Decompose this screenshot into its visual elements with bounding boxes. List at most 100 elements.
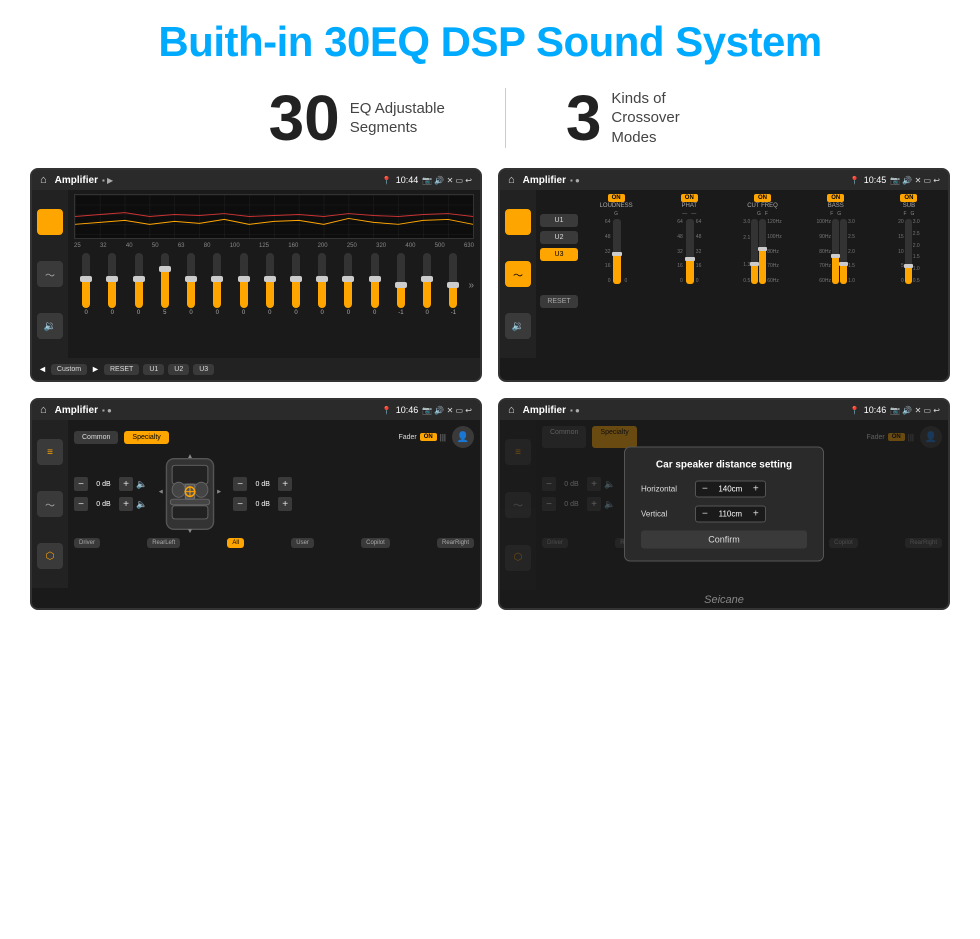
pos-copilot[interactable]: Copilot bbox=[361, 538, 390, 548]
bass-on[interactable]: ON bbox=[827, 194, 844, 202]
eq-freq-labels: 2532405063 80100125160200 25032040050063… bbox=[74, 243, 474, 249]
eq-custom-btn[interactable]: Custom bbox=[51, 364, 87, 375]
dialog-vertical-minus[interactable]: − bbox=[700, 509, 710, 520]
eq-u1-btn[interactable]: U1 bbox=[143, 364, 164, 375]
eq-u2-btn[interactable]: U2 bbox=[168, 364, 189, 375]
bg-person: 👤 bbox=[920, 426, 942, 448]
dialog-vertical-plus[interactable]: + bbox=[751, 509, 761, 520]
cross-vol-btn[interactable]: 🔉 bbox=[505, 313, 531, 339]
stat-crossover-number: 3 bbox=[566, 86, 602, 150]
balance-bottom: Driver RearLeft All User Copilot RearRig… bbox=[74, 538, 474, 548]
eq-slider-10[interactable]: 0 bbox=[336, 253, 360, 316]
eq-slider-3[interactable]: 5 bbox=[153, 253, 177, 316]
left-vol1-minus[interactable]: − bbox=[74, 477, 88, 491]
right-vol1-plus[interactable]: + bbox=[278, 477, 292, 491]
bg-btn1: ≡ bbox=[505, 439, 531, 465]
eq-slider-5[interactable]: 0 bbox=[205, 253, 229, 316]
pos-user[interactable]: User bbox=[291, 538, 314, 548]
bg-common: Common bbox=[542, 426, 586, 448]
eq-u3-btn[interactable]: U3 bbox=[193, 364, 214, 375]
channel-cutfreq: ON CUT FREQ GF 3.02.11.30.5 bbox=[727, 194, 797, 354]
dialog-horizontal-plus[interactable]: + bbox=[751, 484, 761, 495]
preset-u2[interactable]: U2 bbox=[540, 231, 578, 244]
left-vol2-plus[interactable]: + bbox=[119, 497, 133, 511]
bal-bt-btn[interactable]: ⬡ bbox=[37, 543, 63, 569]
cutfreq-on[interactable]: ON bbox=[754, 194, 771, 202]
right-vol2-plus[interactable]: + bbox=[278, 497, 292, 511]
phat-scale-r: 644832160 bbox=[696, 219, 702, 284]
common-tab[interactable]: Common bbox=[74, 431, 118, 444]
time-1: 10:44 bbox=[396, 175, 419, 185]
eq-slider-11[interactable]: 0 bbox=[363, 253, 387, 316]
sub-name: SUB bbox=[903, 203, 915, 209]
home-icon-4[interactable]: ⌂ bbox=[508, 404, 515, 416]
play-icons-2: ▪ ● bbox=[570, 176, 580, 185]
eq-slider-13[interactable]: 0 bbox=[415, 253, 439, 316]
pos-driver[interactable]: Driver bbox=[74, 538, 100, 548]
eq-arrows[interactable]: » bbox=[468, 280, 474, 291]
eq-graph bbox=[74, 194, 474, 239]
dialog-horizontal-minus[interactable]: − bbox=[700, 484, 710, 495]
time-2: 10:45 bbox=[864, 175, 887, 185]
eq-slider-7[interactable]: 0 bbox=[258, 253, 282, 316]
balance-top: Common Specialty Fader ON ||| 👤 bbox=[74, 426, 474, 448]
eq-vol-btn[interactable]: 🔉 bbox=[37, 313, 63, 339]
eq-menu-btn[interactable]: ≡ bbox=[37, 209, 63, 235]
cutfreq-slider-r[interactable] bbox=[759, 219, 766, 284]
person-btn[interactable]: 👤 bbox=[452, 426, 474, 448]
eq-slider-12[interactable]: -1 bbox=[389, 253, 413, 316]
eq-slider-8[interactable]: 0 bbox=[284, 253, 308, 316]
home-icon-1[interactable]: ⌂ bbox=[40, 174, 47, 186]
cutfreq-slider-l[interactable] bbox=[751, 219, 758, 284]
confirm-button[interactable]: Confirm bbox=[641, 531, 807, 549]
eq-wave-btn[interactable]: 〜 bbox=[37, 261, 63, 287]
left-vol1-plus[interactable]: + bbox=[119, 477, 133, 491]
bass-slider-l[interactable] bbox=[832, 219, 839, 284]
status-icons-3: 📷 🔊 ✕ ▭ ↩ bbox=[422, 406, 472, 415]
eq-slider-6[interactable]: 0 bbox=[231, 253, 255, 316]
left-vol2-val: 0 dB bbox=[91, 501, 116, 508]
sub-slider[interactable] bbox=[905, 219, 912, 284]
eq-slider-1[interactable]: 0 bbox=[100, 253, 124, 316]
crossover-sidebar: ≡ 〜 🔉 bbox=[500, 190, 536, 358]
crossover-main: U1 U2 U3 RESET ON LOUDNESS G 644832160 bbox=[536, 190, 948, 358]
left-vol2-minus[interactable]: − bbox=[74, 497, 88, 511]
phat-on[interactable]: ON bbox=[681, 194, 698, 202]
eq-slider-2[interactable]: 0 bbox=[126, 253, 150, 316]
eq-slider-9[interactable]: 0 bbox=[310, 253, 334, 316]
right-vol2-minus[interactable]: − bbox=[233, 497, 247, 511]
loudness-on[interactable]: ON bbox=[608, 194, 625, 202]
cross-menu-btn[interactable]: ≡ bbox=[505, 209, 531, 235]
home-icon-3[interactable]: ⌂ bbox=[40, 404, 47, 416]
time-4: 10:46 bbox=[864, 405, 887, 415]
pos-rearleft[interactable]: RearLeft bbox=[147, 538, 180, 548]
eq-slider-0[interactable]: 0 bbox=[74, 253, 98, 316]
home-icon-2[interactable]: ⌂ bbox=[508, 174, 515, 186]
eq-sidebar: ≡ 〜 🔉 bbox=[32, 190, 68, 358]
right-vol1-minus[interactable]: − bbox=[233, 477, 247, 491]
right-vol2-val: 0 dB bbox=[250, 501, 275, 508]
car-svg: ▲ ▼ ◄ ► bbox=[155, 454, 225, 534]
bg-spk1: 🔈 bbox=[604, 479, 615, 490]
balance-content: ≡ 〜 ⬡ Common Specialty Fader ON ||| 👤 bbox=[32, 420, 480, 588]
cutfreq-name: CUT FREQ bbox=[747, 203, 778, 209]
cross-wave-btn[interactable]: 〜 bbox=[505, 261, 531, 287]
preset-reset[interactable]: RESET bbox=[540, 295, 578, 308]
phat-slider[interactable] bbox=[686, 219, 694, 284]
specialty-tab[interactable]: Specialty bbox=[124, 431, 168, 444]
preset-u3[interactable]: U3 bbox=[540, 248, 578, 261]
eq-slider-4[interactable]: 0 bbox=[179, 253, 203, 316]
eq-prev-btn[interactable]: ◄ bbox=[38, 364, 47, 374]
preset-u1[interactable]: U1 bbox=[540, 214, 578, 227]
eq-slider-14[interactable]: -1 bbox=[441, 253, 465, 316]
pos-rearright[interactable]: RearRight bbox=[437, 538, 474, 548]
eq-reset-btn[interactable]: RESET bbox=[104, 364, 139, 375]
bal-menu-btn[interactable]: ≡ bbox=[37, 439, 63, 465]
bal-wave-btn[interactable]: 〜 bbox=[37, 491, 63, 517]
bass-slider-r[interactable] bbox=[840, 219, 847, 284]
loudness-slider[interactable] bbox=[613, 219, 621, 284]
eq-play-btn[interactable]: ► bbox=[91, 364, 100, 374]
fader-on-badge[interactable]: ON bbox=[420, 433, 437, 441]
sub-on[interactable]: ON bbox=[900, 194, 917, 202]
pos-all[interactable]: All bbox=[227, 538, 244, 548]
